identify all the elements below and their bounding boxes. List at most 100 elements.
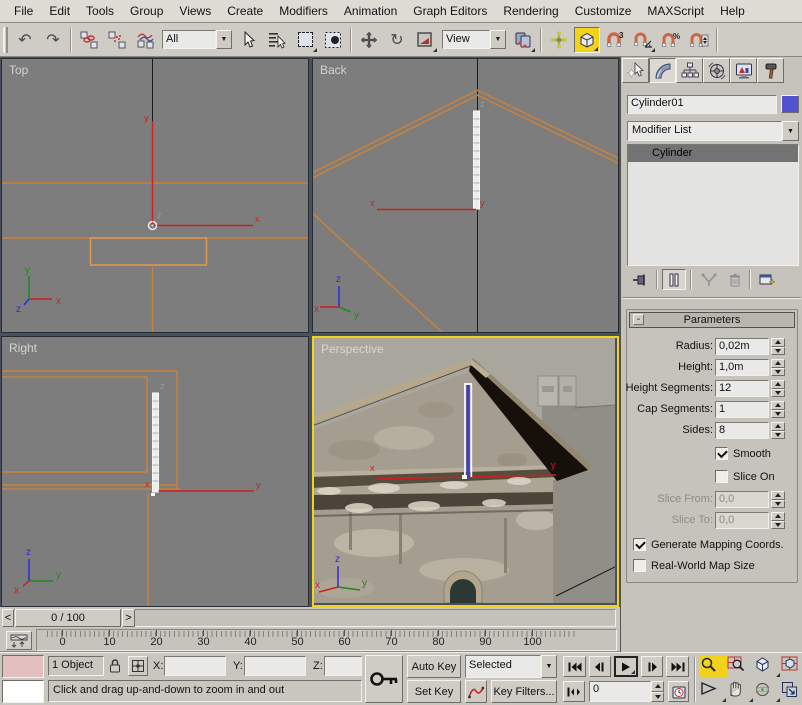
slice-to-input[interactable]: 0,0 xyxy=(715,512,769,529)
menu-item[interactable]: Animation xyxy=(336,2,405,20)
slice-to-spinner[interactable] xyxy=(771,512,785,529)
mini-curve-editor-button[interactable] xyxy=(6,631,32,650)
auto-key-button[interactable]: Auto Key xyxy=(407,655,461,678)
tab-utilities[interactable] xyxy=(757,58,784,83)
rectangular-selection-region-button[interactable] xyxy=(292,27,318,53)
tab-motion[interactable] xyxy=(703,58,730,83)
zoom-button[interactable] xyxy=(700,656,727,678)
reference-coordinate-system-dropdown[interactable]: View ▼ xyxy=(442,30,506,49)
make-unique-button[interactable] xyxy=(697,269,721,290)
arc-rotate-button[interactable] xyxy=(754,681,781,703)
time-slider-handle[interactable]: 0 / 100 xyxy=(15,609,121,627)
cap-segments-input[interactable]: 1 xyxy=(715,401,769,418)
spinner-snap-button[interactable] xyxy=(686,27,712,53)
toolbar-grip[interactable] xyxy=(3,27,8,53)
y-coord-input[interactable] xyxy=(244,656,306,676)
zoom-extents-button[interactable] xyxy=(754,656,781,678)
dropdown-arrow-icon[interactable]: ▼ xyxy=(782,121,799,141)
select-and-scale-button[interactable] xyxy=(412,27,438,53)
angle-snap-button[interactable] xyxy=(630,27,656,53)
menu-item[interactable]: MAXScript xyxy=(639,2,712,20)
zoom-all-button[interactable] xyxy=(727,656,754,678)
z-coord-input[interactable] xyxy=(324,656,362,676)
select-and-rotate-button[interactable]: ↻ xyxy=(384,27,410,53)
pin-stack-button[interactable] xyxy=(628,269,652,290)
absolute-offset-toggle[interactable] xyxy=(128,656,148,676)
select-object-button[interactable] xyxy=(236,27,262,53)
key-mode-toggle-button[interactable] xyxy=(563,681,585,702)
dropdown-arrow-icon[interactable]: ▼ xyxy=(541,655,557,678)
height-input[interactable]: 1,0m xyxy=(715,359,769,376)
menu-item[interactable]: Edit xyxy=(41,2,78,20)
dropdown-arrow-icon[interactable]: ▼ xyxy=(490,30,506,49)
slice-from-spinner[interactable] xyxy=(771,491,785,508)
time-configuration-button[interactable] xyxy=(668,681,689,702)
go-to-end-button[interactable] xyxy=(666,656,689,677)
tab-create[interactable] xyxy=(622,58,649,83)
field-of-view-button[interactable] xyxy=(700,681,727,703)
use-pivot-point-center-button[interactable] xyxy=(510,27,536,53)
object-color-swatch[interactable] xyxy=(781,95,799,113)
select-and-move-button[interactable] xyxy=(356,27,382,53)
bind-to-space-warp-button[interactable] xyxy=(132,27,158,53)
set-key-button[interactable]: Set Key xyxy=(407,680,461,703)
frame-spinner[interactable] xyxy=(651,681,664,702)
selection-filter-dropdown[interactable]: All ▼ xyxy=(162,30,232,49)
select-by-name-button[interactable] xyxy=(264,27,290,53)
slice-on-checkbox[interactable] xyxy=(715,470,728,483)
height-spinner[interactable] xyxy=(771,359,785,376)
redo-button[interactable]: ↷ xyxy=(40,27,66,53)
next-frame-button[interactable] xyxy=(641,656,663,677)
menu-item[interactable]: Views xyxy=(171,2,219,20)
dropdown-arrow-icon[interactable]: ▼ xyxy=(216,30,232,49)
menu-item[interactable]: Rendering xyxy=(495,2,566,20)
viewport-back[interactable]: z x y z x y Back xyxy=(312,58,619,333)
x-coord-input[interactable] xyxy=(164,656,226,676)
menu-item[interactable]: Help xyxy=(712,2,753,20)
selection-lock-toggle[interactable] xyxy=(108,658,122,677)
show-end-result-button[interactable] xyxy=(662,269,686,290)
menu-item[interactable]: Create xyxy=(219,2,271,20)
percent-snap-button[interactable]: % xyxy=(658,27,684,53)
cap-segments-spinner[interactable] xyxy=(771,401,785,418)
menu-item[interactable]: Modifiers xyxy=(271,2,336,20)
height-segments-input[interactable]: 12 xyxy=(715,380,769,397)
min-max-toggle-button[interactable] xyxy=(781,681,802,703)
pan-button[interactable] xyxy=(727,681,754,703)
menu-item[interactable]: Customize xyxy=(567,2,640,20)
maxscript-listener-pane[interactable] xyxy=(2,680,44,703)
modifier-stack[interactable]: Cylinder xyxy=(627,144,799,266)
menu-item[interactable]: Graph Editors xyxy=(405,2,495,20)
go-to-start-button[interactable] xyxy=(563,656,586,677)
unlink-selection-button[interactable] xyxy=(104,27,130,53)
macro-recorder-pane[interactable] xyxy=(2,655,44,678)
previous-frame-arrow[interactable]: < xyxy=(2,609,14,627)
zoom-extents-all-button[interactable] xyxy=(781,656,802,678)
rollout-header[interactable]: - Parameters xyxy=(629,312,795,328)
menu-item[interactable]: Tools xyxy=(78,2,122,20)
snaps-toggle-button[interactable] xyxy=(574,27,600,53)
select-and-link-button[interactable] xyxy=(76,27,102,53)
configure-modifier-sets-button[interactable] xyxy=(755,269,779,290)
radius-input[interactable]: 0,02m xyxy=(715,338,769,355)
remove-modifier-button[interactable] xyxy=(723,269,747,290)
tab-modify[interactable] xyxy=(649,58,676,83)
viewport-perspective[interactable]: x y z x y Perspective xyxy=(312,336,619,607)
modifier-list-dropdown[interactable]: Modifier List ▼ xyxy=(627,121,799,141)
window-crossing-button[interactable] xyxy=(320,27,346,53)
generate-mapping-checkbox[interactable] xyxy=(633,538,646,551)
viewport-right[interactable]: z y x z y x Right xyxy=(1,336,309,607)
real-world-checkbox[interactable] xyxy=(633,559,646,572)
track-bar-ruler[interactable]: 0102030405060708090100 xyxy=(36,629,617,651)
object-name-field[interactable]: Cylinder01 xyxy=(627,95,777,114)
tab-hierarchy[interactable] xyxy=(676,58,703,83)
previous-frame-button[interactable] xyxy=(589,656,611,677)
smooth-checkbox[interactable] xyxy=(715,447,728,460)
key-mode-dropdown[interactable]: Selected ▼ xyxy=(465,655,557,678)
tab-display[interactable] xyxy=(730,58,757,83)
viewport-top[interactable]: y x z y x z Top xyxy=(1,58,309,333)
play-button[interactable] xyxy=(614,656,638,677)
radius-spinner[interactable] xyxy=(771,338,785,355)
height-segments-spinner[interactable] xyxy=(771,380,785,397)
slice-from-input[interactable]: 0,0 xyxy=(715,491,769,508)
